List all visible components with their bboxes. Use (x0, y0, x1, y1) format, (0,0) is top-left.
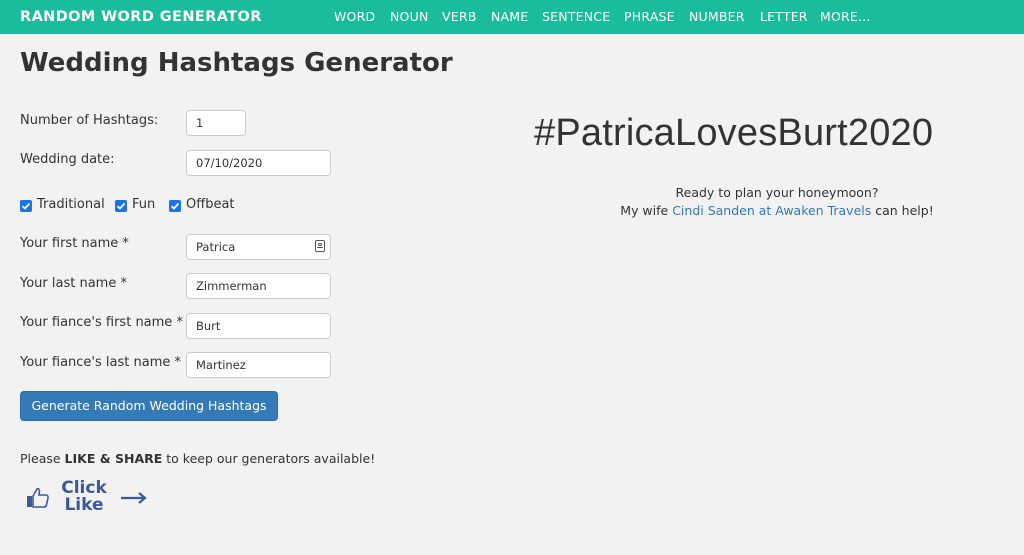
top-navbar: RANDOM WORD GENERATOR WORD NOUN VERB NAM… (0, 0, 1024, 34)
nav-word[interactable]: WORD (334, 9, 375, 24)
checkbox-label-fun: Fun (132, 197, 156, 212)
last-name-input[interactable] (186, 273, 331, 299)
wedding-date-label: Wedding date: (20, 152, 115, 167)
num-hashtags-label: Number of Hashtags: (20, 113, 159, 128)
checkmark-icon (116, 202, 126, 210)
nav-phrase[interactable]: PHRASE (624, 9, 675, 24)
promo-prefix: My wife (620, 203, 673, 218)
nav-sentence[interactable]: SENTENCE (542, 9, 610, 24)
promo-line2: My wife Cindi Sanden at Awaken Travels c… (577, 203, 977, 218)
checkmark-icon (170, 202, 180, 210)
nav-more[interactable]: MORE... (820, 9, 871, 24)
promo-line1: Ready to plan your honeymoon? (675, 185, 879, 200)
click-like-button[interactable]: Click Like (26, 480, 150, 516)
generated-hashtag: #PatricaLovesBurt2020 (534, 112, 934, 154)
checked-box[interactable] (115, 200, 127, 212)
checked-box[interactable] (20, 200, 32, 212)
nav-noun[interactable]: NOUN (390, 9, 429, 24)
checkmark-icon (21, 202, 31, 210)
fiance-last-name-label: Your fiance's last name * (20, 355, 181, 370)
share-message: Please LIKE & SHARE to keep our generato… (20, 451, 375, 466)
page-title: Wedding Hashtags Generator (20, 48, 453, 78)
fiance-first-name-label: Your fiance's first name * (20, 315, 183, 330)
generate-button[interactable]: Generate Random Wedding Hashtags (20, 391, 278, 421)
fiance-last-name-input[interactable] (186, 352, 331, 378)
nav-verb[interactable]: VERB (442, 9, 477, 24)
nav-letter[interactable]: LETTER (760, 9, 808, 24)
checked-box[interactable] (169, 200, 181, 212)
fiance-first-name-input[interactable] (186, 313, 331, 339)
nav-number[interactable]: NUMBER (689, 9, 745, 24)
num-hashtags-input[interactable] (186, 110, 246, 136)
brand-logo[interactable]: RANDOM WORD GENERATOR (20, 9, 262, 25)
share-suffix: to keep our generators available! (162, 451, 376, 466)
checkbox-label-traditional: Traditional (37, 197, 105, 212)
click-like-text: Click Like (56, 480, 112, 514)
first-name-label: Your first name * (20, 236, 129, 251)
promo-suffix: can help! (871, 203, 934, 218)
first-name-input[interactable] (186, 234, 331, 260)
travel-agent-link[interactable]: Cindi Sanden at Awaken Travels (672, 203, 871, 218)
arrow-right-icon (121, 492, 147, 504)
last-name-label: Your last name * (20, 276, 127, 291)
thumbs-up-icon (27, 487, 49, 508)
checkbox-label-offbeat: Offbeat (186, 197, 235, 212)
wedding-date-input[interactable] (186, 150, 331, 176)
contact-card-icon[interactable] (315, 240, 325, 252)
share-emphasis: LIKE & SHARE (64, 451, 163, 466)
like-word: Like (64, 495, 104, 515)
share-prefix: Please (20, 451, 65, 466)
nav-name[interactable]: NAME (491, 9, 528, 24)
